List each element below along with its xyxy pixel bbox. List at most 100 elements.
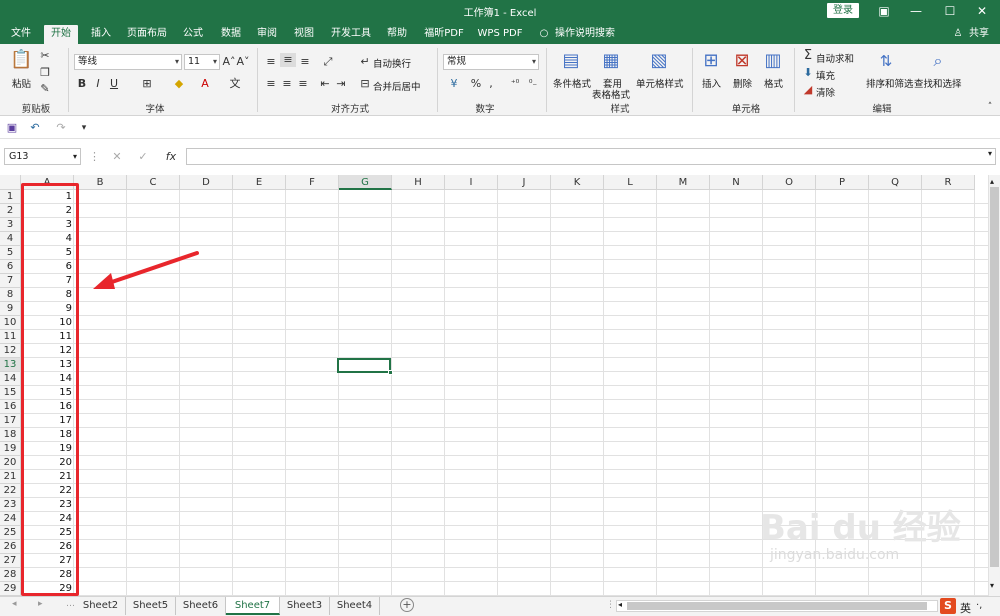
row-header-1[interactable]: 1: [0, 190, 21, 204]
column-header-g[interactable]: G: [339, 175, 392, 190]
row-header-21[interactable]: 21: [0, 470, 21, 484]
row-header-8[interactable]: 8: [0, 288, 21, 302]
more-sheets-icon[interactable]: …: [66, 599, 75, 609]
decrease-decimal-icon[interactable]: ⁰₋: [526, 77, 540, 91]
tab-page-layout[interactable]: 页面布局: [122, 25, 172, 44]
sheet-tab-sheet3[interactable]: Sheet3: [280, 597, 330, 615]
align-left-icon[interactable]: ≡: [264, 77, 278, 91]
tab-file[interactable]: 文件: [4, 25, 38, 44]
tab-developer[interactable]: 开发工具: [328, 25, 374, 44]
autosum-icon[interactable]: Σ: [801, 49, 815, 63]
cell-styles-icon[interactable]: ▧: [648, 50, 670, 72]
sheet-tab-sheet5[interactable]: Sheet5: [126, 597, 176, 615]
row-header-4[interactable]: 4: [0, 232, 21, 246]
customize-qat-icon[interactable]: ▾: [78, 121, 90, 135]
increase-font-icon[interactable]: A˄: [222, 55, 236, 69]
row-header-7[interactable]: 7: [0, 274, 21, 288]
row-header-17[interactable]: 17: [0, 414, 21, 428]
formula-input[interactable]: ▾: [186, 148, 996, 165]
delete-cells-icon[interactable]: ⊠: [731, 50, 753, 72]
fill-color-icon[interactable]: ◆: [172, 77, 186, 91]
enter-icon[interactable]: ✓: [136, 150, 150, 164]
cut-icon[interactable]: ✂: [38, 49, 52, 63]
font-size-combo[interactable]: 11 ▾: [184, 54, 220, 70]
column-header-n[interactable]: N: [710, 175, 763, 190]
horizontal-scrollbar-thumb[interactable]: [627, 602, 927, 610]
align-bottom-icon[interactable]: ≡: [298, 55, 312, 69]
tab-insert[interactable]: 插入: [84, 25, 118, 44]
cell-styles-button[interactable]: 单元格样式: [636, 76, 684, 90]
column-header-i[interactable]: I: [445, 175, 498, 190]
wrap-text-icon[interactable]: ↵: [358, 55, 372, 69]
conditional-format-button[interactable]: 条件格式: [553, 76, 591, 90]
sheet-tab-sheet6[interactable]: Sheet6: [176, 597, 226, 615]
paste-icon[interactable]: 📋: [10, 48, 32, 72]
redo-icon[interactable]: ↷: [53, 121, 69, 135]
row-header-10[interactable]: 10: [0, 316, 21, 330]
insert-cells-icon[interactable]: ⊞: [700, 50, 722, 72]
increase-decimal-icon[interactable]: ⁺⁰: [508, 77, 522, 91]
underline-button[interactable]: U: [108, 77, 120, 91]
align-right-icon[interactable]: ≡: [296, 77, 310, 91]
row-header-16[interactable]: 16: [0, 400, 21, 414]
select-all-corner[interactable]: [0, 175, 21, 190]
ime-language[interactable]: 英: [960, 600, 971, 616]
column-header-d[interactable]: D: [180, 175, 233, 190]
column-header-c[interactable]: C: [127, 175, 180, 190]
share-button[interactable]: 共享: [964, 25, 994, 44]
sort-filter-button[interactable]: 排序和筛选: [866, 76, 914, 90]
row-header-28[interactable]: 28: [0, 568, 21, 582]
cancel-icon[interactable]: ✕: [110, 150, 124, 164]
tab-foxit-pdf[interactable]: 福昕PDF: [420, 25, 468, 44]
name-box[interactable]: G13 ▾: [4, 148, 81, 165]
column-header-h[interactable]: H: [392, 175, 445, 190]
row-header-12[interactable]: 12: [0, 344, 21, 358]
sort-filter-icon[interactable]: ⇅: [874, 50, 898, 72]
format-table-label-2[interactable]: 表格格式: [592, 87, 630, 101]
row-header-11[interactable]: 11: [0, 330, 21, 344]
fill-icon[interactable]: ⬇: [801, 66, 815, 80]
sheet-tab-sheet7[interactable]: Sheet7: [226, 597, 280, 615]
insert-function-button[interactable]: fx: [162, 150, 180, 164]
font-color-icon[interactable]: A: [198, 77, 212, 91]
sheet-tab-sheet2[interactable]: Sheet2: [76, 597, 126, 615]
number-format-combo[interactable]: 常规 ▾: [443, 54, 539, 70]
row-header-18[interactable]: 18: [0, 428, 21, 442]
close-icon[interactable]: ✕: [972, 2, 992, 20]
row-header-25[interactable]: 25: [0, 526, 21, 540]
row-header-3[interactable]: 3: [0, 218, 21, 232]
row-header-29[interactable]: 29: [0, 582, 21, 596]
format-painter-icon[interactable]: ✎: [38, 82, 52, 96]
row-header-15[interactable]: 15: [0, 386, 21, 400]
row-header-2[interactable]: 2: [0, 204, 21, 218]
tab-review[interactable]: 审阅: [250, 25, 284, 44]
bold-button[interactable]: B: [76, 77, 88, 91]
scroll-down-icon[interactable]: ▾: [990, 581, 994, 590]
align-middle-icon[interactable]: ≡: [280, 53, 296, 67]
format-cells-button[interactable]: 格式: [764, 76, 783, 90]
borders-icon[interactable]: ⊞: [140, 77, 154, 91]
tab-help[interactable]: 帮助: [380, 25, 414, 44]
autosum-button[interactable]: 自动求和: [816, 51, 854, 65]
currency-icon[interactable]: ¥: [446, 77, 462, 91]
ribbon-display-icon[interactable]: ▣: [874, 2, 894, 20]
login-button[interactable]: 登录: [827, 3, 859, 18]
fill-handle[interactable]: [388, 370, 393, 375]
scroll-left-icon[interactable]: ◂: [618, 600, 622, 609]
format-cells-icon[interactable]: ▥: [762, 50, 784, 72]
column-header-b[interactable]: B: [74, 175, 127, 190]
copy-icon[interactable]: ❐: [38, 66, 52, 80]
find-select-button[interactable]: 查找和选择: [914, 76, 962, 90]
minimize-icon[interactable]: —: [906, 2, 926, 20]
italic-button[interactable]: I: [92, 77, 104, 91]
column-header-e[interactable]: E: [233, 175, 286, 190]
font-name-combo[interactable]: 等线 ▾: [74, 54, 182, 70]
wrap-text-button[interactable]: 自动换行: [373, 56, 411, 70]
collapse-ribbon-icon[interactable]: ˄: [984, 100, 996, 114]
column-header-q[interactable]: Q: [869, 175, 922, 190]
prev-sheet-icon[interactable]: ◂: [12, 599, 17, 609]
row-header-19[interactable]: 19: [0, 442, 21, 456]
horizontal-scrollbar[interactable]: ◂: [616, 600, 938, 612]
decrease-font-icon[interactable]: A˅: [236, 55, 250, 69]
orientation-icon[interactable]: ⤢: [320, 55, 336, 69]
